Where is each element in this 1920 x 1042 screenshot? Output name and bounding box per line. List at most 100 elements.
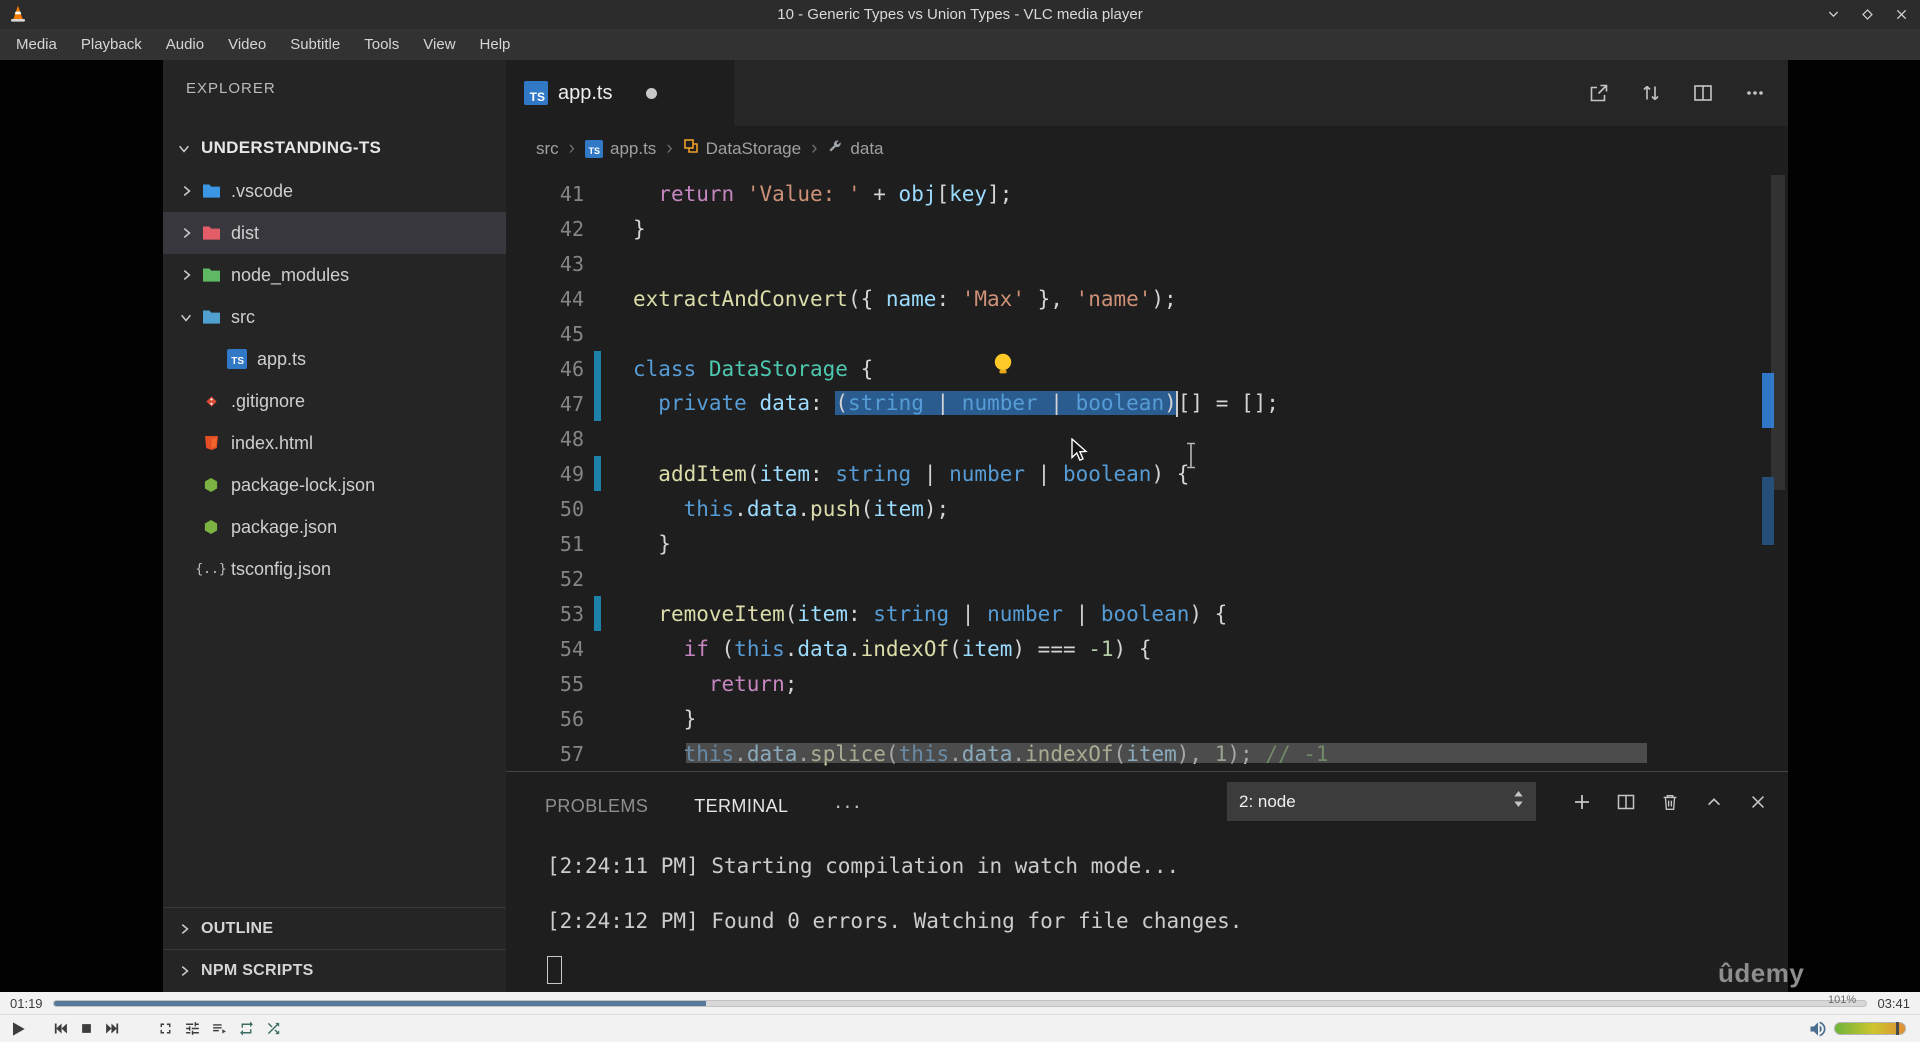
panel-actions (1572, 792, 1768, 812)
previous-button[interactable] (52, 1020, 69, 1037)
split-editor-icon[interactable] (1692, 82, 1714, 104)
lightbulb-icon[interactable] (992, 352, 1014, 380)
explorer-item--gitignore[interactable]: .gitignore (163, 380, 506, 422)
kill-terminal-icon[interactable] (1660, 792, 1680, 812)
line-number: 55 (559, 671, 584, 696)
code-text: extractAndConvert({ name: 'Max' }, 'name… (633, 286, 1177, 311)
new-terminal-icon[interactable] (1572, 792, 1592, 812)
terminal-panel: PROBLEMS TERMINAL ··· 2: node [2:24:11 PM]… (506, 771, 1788, 992)
gutter-spacer (594, 316, 601, 351)
sidebar-section-npm-scripts[interactable]: NPM SCRIPTS (163, 949, 506, 991)
maximize-window-button[interactable] (1858, 6, 1876, 24)
seek-bar-row: 01:19 03:41 (0, 992, 1920, 1014)
npm-icon (199, 519, 223, 535)
breadcrumb-item-src[interactable]: src (536, 139, 559, 159)
line-number: 49 (559, 461, 584, 486)
random-button[interactable] (265, 1020, 282, 1037)
seek-progress (53, 1000, 707, 1006)
code-text: this.data.push(item); (683, 496, 950, 521)
explorer-item-package-json[interactable]: package.json (163, 506, 506, 548)
explorer-header: EXPLORER (186, 80, 276, 97)
play-button[interactable] (8, 1019, 28, 1039)
explorer-item--vscode[interactable]: .vscode (163, 170, 506, 212)
explorer-item-index-html[interactable]: index.html (163, 422, 506, 464)
folder-icon (199, 267, 223, 283)
explorer-item-dist[interactable]: dist (163, 212, 506, 254)
code-text: addItem(item: string | number | boolean)… (658, 461, 1190, 486)
video-area[interactable]: EXPLORER UNDERSTANDING-TS .vscode dist nod… (0, 60, 1920, 992)
menu-playback[interactable]: Playback (69, 31, 154, 58)
menu-media[interactable]: Media (4, 31, 69, 58)
next-button[interactable] (104, 1020, 121, 1037)
gutter-spacer (594, 491, 601, 526)
tab-appts[interactable]: TS app.ts (506, 60, 734, 126)
chevron-right-icon (171, 964, 197, 978)
close-window-button[interactable] (1892, 6, 1910, 24)
gutter-modified-indicator (594, 351, 601, 386)
chevron-right-icon (173, 268, 199, 282)
panel-tab-problems[interactable]: PROBLEMS (545, 796, 648, 817)
breadcrumb-label: app.ts (610, 138, 657, 158)
menu-bar: Media Playback Audio Video Subtitle Tools View… (0, 29, 1920, 60)
sidebar-section-outline[interactable]: OUTLINE (163, 907, 506, 949)
field-icon (827, 138, 843, 159)
gutter-spacer (594, 246, 601, 281)
explorer-item-label: src (231, 306, 255, 327)
explorer-item-node-modules[interactable]: node_modules (163, 254, 506, 296)
line-number: 43 (559, 251, 584, 276)
explorer-item-tsconfig-json[interactable]: {..} tsconfig.json (163, 548, 506, 590)
maximize-panel-icon[interactable] (1704, 792, 1724, 812)
overview-ruler-selection-mark (1762, 373, 1774, 428)
open-changes-icon[interactable] (1588, 82, 1610, 104)
menu-audio[interactable]: Audio (154, 31, 216, 58)
stop-button[interactable] (79, 1021, 94, 1036)
code-text: if (this.data.indexOf(item) === -1) { (683, 636, 1152, 661)
vertical-scrollbar[interactable] (1771, 175, 1785, 490)
code-line-42: 42} (506, 211, 1788, 246)
menu-help[interactable]: Help (468, 31, 523, 58)
playlist-button[interactable] (211, 1020, 228, 1037)
explorer-item-src[interactable]: src (163, 296, 506, 338)
horizontal-scrollbar[interactable] (686, 743, 1647, 763)
volume-slider[interactable] (1834, 1022, 1906, 1035)
seek-slider[interactable] (52, 999, 1868, 1007)
transport-buttons (8, 1019, 282, 1039)
panel-more-icon[interactable]: ··· (834, 793, 862, 819)
folder-icon (199, 309, 223, 325)
window-title: 10 - Generic Types vs Union Types - VLC … (777, 6, 1143, 23)
breadcrumb-item-app-ts[interactable]: TS app.ts (585, 139, 656, 159)
menu-view[interactable]: View (411, 31, 467, 58)
overview-ruler-highlight-mark (1762, 477, 1774, 545)
gutter-spacer (594, 526, 601, 561)
gutter-modified-indicator (594, 596, 601, 631)
shade-window-button[interactable] (1824, 6, 1842, 24)
panel-tab-terminal[interactable]: TERMINAL (694, 796, 788, 817)
root-folder-label: UNDERSTANDING-TS (201, 138, 382, 157)
fullscreen-button[interactable] (157, 1020, 174, 1037)
split-terminal-icon[interactable] (1616, 792, 1636, 812)
explorer-root-folder[interactable]: UNDERSTANDING-TS (163, 127, 506, 169)
gutter-spacer (594, 281, 601, 316)
explorer-item-package-lock-json[interactable]: package-lock.json (163, 464, 506, 506)
menu-subtitle[interactable]: Subtitle (278, 31, 352, 58)
breadcrumb-item-data[interactable]: data (827, 138, 884, 159)
explorer-item-app-ts[interactable]: TS app.ts (163, 338, 506, 380)
html-icon (199, 435, 223, 451)
line-number: 51 (559, 531, 584, 556)
breadcrumb-item-datastorage[interactable]: DataStorage (683, 138, 801, 159)
more-actions-icon[interactable] (1744, 82, 1766, 104)
gutter-spacer (594, 421, 601, 456)
extended-settings-button[interactable] (184, 1020, 201, 1037)
menu-video[interactable]: Video (216, 31, 278, 58)
shell-select[interactable]: 2: node (1227, 782, 1536, 821)
close-panel-icon[interactable] (1748, 792, 1768, 812)
explorer-item-label: index.html (231, 432, 314, 453)
udemy-watermark: ûdemy (1718, 958, 1805, 988)
menu-tools[interactable]: Tools (352, 31, 411, 58)
compare-changes-icon[interactable] (1640, 82, 1662, 104)
code-text: class DataStorage { (633, 356, 874, 381)
line-number: 54 (559, 636, 584, 661)
loop-button[interactable] (238, 1020, 255, 1037)
ts-icon: TS (225, 349, 249, 369)
code-text: } (633, 531, 671, 556)
